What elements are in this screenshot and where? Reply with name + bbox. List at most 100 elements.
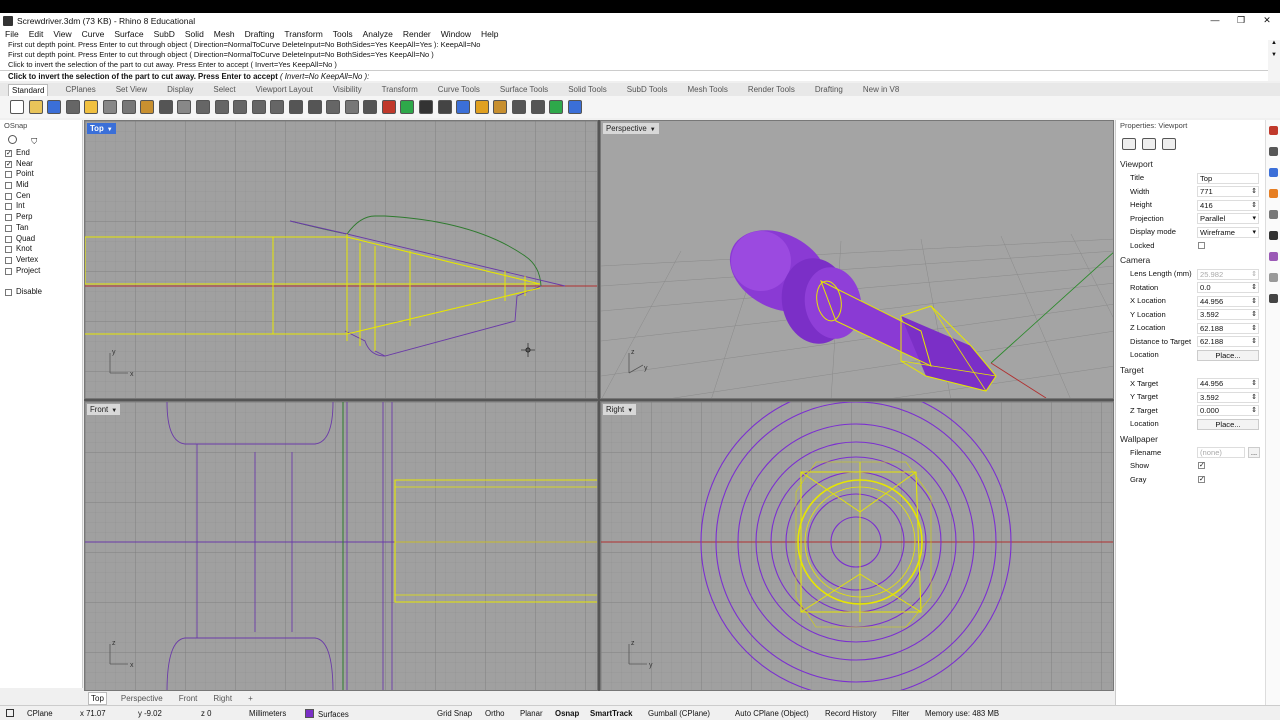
status-record-history[interactable]: Record History (825, 709, 877, 718)
viewport-perspective-label[interactable]: Perspective ▼ (603, 123, 659, 134)
close-button[interactable]: ✕ (1254, 13, 1280, 28)
open-icon[interactable] (28, 100, 43, 114)
chevron-down-icon[interactable]: ▼ (111, 408, 117, 414)
prop-value-field[interactable]: Wireframe (1197, 226, 1259, 238)
zoom-icon[interactable] (214, 100, 229, 114)
chevron-down-icon[interactable]: ▼ (107, 127, 113, 133)
tab-render-tools[interactable]: Render Tools (745, 84, 798, 95)
osnap-checkbox[interactable] (5, 171, 12, 179)
viewport-icon[interactable] (1142, 138, 1156, 150)
tab-curve-tools[interactable]: Curve Tools (435, 84, 483, 95)
chevron-down-icon[interactable]: ▼ (627, 408, 633, 414)
osnap-checkbox[interactable] (5, 267, 12, 275)
menu-surface[interactable]: Surface (114, 29, 143, 39)
materials-panel-icon[interactable] (1269, 189, 1278, 198)
osnap-checkbox[interactable] (5, 192, 12, 200)
rotate-view-icon[interactable] (270, 100, 285, 114)
menu-analyze[interactable]: Analyze (363, 29, 393, 39)
status-units[interactable]: Millimeters (249, 709, 286, 718)
osnap-item-mid[interactable]: Mid (0, 180, 82, 191)
camera-icon[interactable] (326, 100, 341, 114)
import-icon[interactable] (84, 100, 99, 114)
copy-icon[interactable] (121, 100, 136, 114)
status-layer[interactable]: Surfaces (305, 709, 349, 719)
prop-value-field[interactable]: 25.982 (1197, 268, 1259, 280)
layer-icon[interactable] (381, 100, 396, 114)
osnap-item-near[interactable]: ✓ Near (0, 159, 82, 170)
osnap-disable-checkbox[interactable] (5, 289, 12, 297)
command-prompt-input[interactable]: Click to invert the selection of the par… (0, 70, 1268, 81)
osnap-checkbox[interactable] (5, 182, 12, 190)
osnap-mode-icon[interactable] (8, 135, 17, 144)
menu-help[interactable]: Help (481, 29, 498, 39)
osnap-checkbox[interactable] (5, 214, 12, 222)
add-viewport-tab-icon[interactable]: + (246, 693, 255, 704)
status-auto-cplane[interactable]: Auto CPlane (Object) (735, 709, 809, 718)
light-icon[interactable] (474, 100, 489, 114)
print-icon[interactable] (65, 100, 80, 114)
prop-value-field[interactable]: 0.0 (1197, 282, 1259, 293)
prop-value-field[interactable]: 44.956 (1197, 378, 1259, 389)
tab-select[interactable]: Select (210, 84, 238, 95)
libraries-panel-icon[interactable] (1269, 210, 1278, 219)
zoom-extents-icon[interactable] (251, 100, 266, 114)
filename-field[interactable]: (none) (1197, 447, 1245, 458)
sphere-wire-icon[interactable] (437, 100, 452, 114)
menu-view[interactable]: View (53, 29, 71, 39)
minimize-button[interactable]: — (1202, 13, 1228, 28)
menu-tools[interactable]: Tools (333, 29, 353, 39)
viewport-top[interactable]: Top ▼ y x (84, 120, 598, 399)
viewport-tab-perspective[interactable]: Perspective (119, 693, 165, 704)
layers-panel-icon[interactable] (1269, 147, 1278, 156)
osnap-item-tan[interactable]: Tan (0, 223, 82, 234)
menu-render[interactable]: Render (403, 29, 431, 39)
prop-value-field[interactable]: 44.956 (1197, 295, 1259, 307)
status-filter[interactable]: Filter (892, 709, 909, 718)
prop-value-field[interactable]: Top (1197, 172, 1259, 184)
menu-solid[interactable]: Solid (185, 29, 204, 39)
tab-set-view[interactable]: Set View (113, 84, 150, 95)
render-icon[interactable] (456, 100, 471, 114)
tab-subd-tools[interactable]: SubD Tools (624, 84, 671, 95)
tab-display[interactable]: Display (164, 84, 196, 95)
new-icon[interactable] (10, 100, 24, 114)
tab-new-in-v8[interactable]: New in V8 (860, 84, 902, 95)
gear-icon[interactable] (1162, 138, 1176, 150)
pan-icon[interactable] (177, 100, 192, 114)
menu-drafting[interactable]: Drafting (245, 29, 275, 39)
status-toggle-icon[interactable] (6, 709, 14, 717)
tab-mesh-tools[interactable]: Mesh Tools (685, 84, 731, 95)
osnap-item-perp[interactable]: Perp (0, 212, 82, 223)
status-grid-snap[interactable]: Grid Snap (437, 709, 472, 718)
color-panel-icon[interactable] (1269, 252, 1278, 261)
camera-panel-icon[interactable] (1269, 294, 1278, 303)
camera-icon[interactable] (1122, 138, 1136, 150)
zoom-window-icon[interactable] (233, 100, 248, 114)
display-panel-icon[interactable] (1269, 168, 1278, 177)
command-options[interactable]: ( Invert=No KeepAll=No ): (280, 72, 369, 81)
prop-value-field[interactable]: 0.000 (1197, 405, 1259, 416)
osnap-checkbox[interactable] (5, 224, 12, 232)
status-smarttrack[interactable]: SmartTrack (590, 709, 632, 718)
osnap-checkbox[interactable]: ✓ (5, 150, 12, 157)
command-history-scrollbar[interactable]: ▲ ▼ (1268, 40, 1280, 81)
menu-mesh[interactable]: Mesh (214, 29, 235, 39)
viewport-front-label[interactable]: Front ▼ (87, 404, 121, 415)
help-icon[interactable] (567, 100, 582, 114)
viewport-tab-front[interactable]: Front (177, 693, 200, 704)
undo-icon[interactable] (158, 100, 173, 114)
tab-viewport-layout[interactable]: Viewport Layout (253, 84, 316, 95)
locked-checkbox[interactable] (1198, 241, 1205, 249)
tab-standard[interactable]: Standard (8, 83, 49, 96)
osnap-item-project[interactable]: Project (0, 266, 82, 277)
menu-edit[interactable]: Edit (29, 29, 44, 39)
viewports-icon[interactable] (288, 100, 303, 114)
osnap-checkbox[interactable] (5, 235, 12, 243)
color-icon[interactable] (400, 100, 415, 114)
tab-transform[interactable]: Transform (379, 84, 421, 95)
filter-icon[interactable]: ⛉ (31, 137, 37, 147)
status-ortho[interactable]: Ortho (485, 709, 505, 718)
status-planar[interactable]: Planar (520, 709, 543, 718)
prop-value-field[interactable]: 62.188 (1197, 336, 1259, 347)
maximize-button[interactable]: ❐ (1228, 13, 1254, 28)
